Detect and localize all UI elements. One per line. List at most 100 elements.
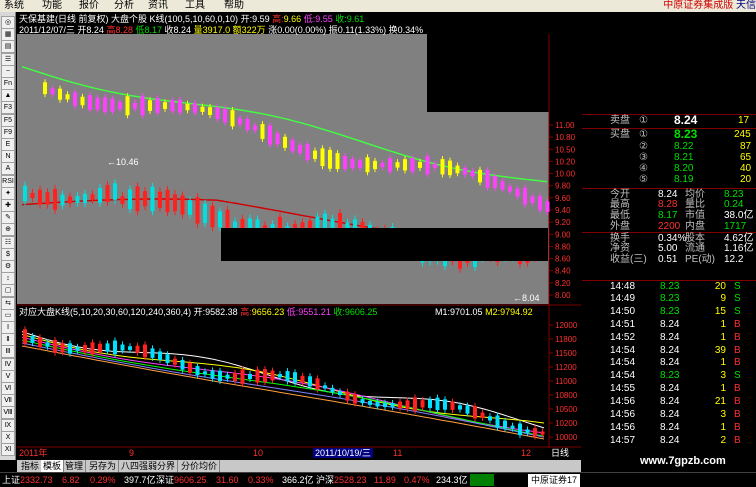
x-axis-label-sep: 9 <box>129 448 135 458</box>
lower-candle-body <box>360 399 365 404</box>
period-label[interactable]: 日线 <box>551 448 569 458</box>
toolbar-button-24[interactable]: ▭ <box>1 308 15 322</box>
toolbar-button-11[interactable]: N <box>1 150 15 164</box>
toolbar-button-31[interactable]: Ⅶ <box>1 394 15 408</box>
buy-price: 8.23 <box>674 127 698 141</box>
lower-candle-body <box>420 400 425 408</box>
lower-candle-body <box>98 343 102 353</box>
menu-item-function[interactable]: 功能 <box>42 0 62 12</box>
toolbar-button-16[interactable]: ✎ <box>1 211 15 225</box>
toolbar-button-4[interactable]: ~ <box>1 64 15 78</box>
sell-index: ① <box>639 115 648 126</box>
toolbar-button-10[interactable]: E <box>1 138 15 151</box>
buy-label: 买盘 <box>610 129 630 140</box>
toolbar-button-18[interactable]: ☷ <box>1 235 15 249</box>
lower-candle-body <box>450 401 455 410</box>
broker-server[interactable]: 中原证券17 <box>528 474 581 487</box>
lower-candle-body <box>225 374 230 379</box>
tab-indicator[interactable]: 指标 <box>19 460 43 472</box>
menu-item-news[interactable]: 资讯 <box>148 0 168 12</box>
lower-candle-body <box>45 342 50 347</box>
menu-item-analysis[interactable]: 分析 <box>114 0 134 12</box>
candle-body <box>358 160 362 168</box>
toolbar-button-27[interactable]: Ⅲ <box>1 345 15 359</box>
tick-direction: B <box>734 434 741 446</box>
toolbar-button-5[interactable]: Fn <box>1 77 15 90</box>
info-high: 高8.28 <box>106 25 133 35</box>
upper-close-label: 收: <box>335 14 347 24</box>
candle-body <box>80 96 85 106</box>
toolbar-button-30[interactable]: Ⅵ <box>1 382 15 395</box>
x-axis-label-oct: 10 <box>253 448 264 458</box>
menu-item-system[interactable]: 系统 <box>4 0 24 12</box>
hs-index-label[interactable]: 沪深 <box>316 473 334 487</box>
toolbar-button-0[interactable]: ◎ <box>1 16 15 29</box>
candle-body-b <box>120 196 125 204</box>
toolbar-button-12[interactable]: A <box>1 162 15 176</box>
sh-index-label[interactable]: 上证 <box>2 473 20 487</box>
tab-strength-boundary[interactable]: 八四强弱分界 <box>119 460 179 472</box>
candle-body <box>380 162 385 168</box>
toolbar-button-29[interactable]: Ⅴ <box>1 369 15 383</box>
buy-level-index: ④ <box>639 163 648 174</box>
candle-body-b <box>75 196 80 203</box>
tick-volume: 1 <box>720 421 726 433</box>
toolbar-button-22[interactable]: ▢ <box>1 284 15 298</box>
toolbar-button-34[interactable]: Ⅹ <box>1 430 15 444</box>
toolbar-button-32[interactable]: Ⅷ <box>1 406 15 420</box>
buy-volume: 245 <box>734 129 751 140</box>
tick-row: 14:52 8.24 1 B <box>582 332 756 343</box>
tick-row: 14:51 8.24 1 B <box>582 319 756 330</box>
toolbar-button-9[interactable]: F9 <box>1 125 15 139</box>
toolbar-button-15[interactable]: ✚ <box>1 199 15 212</box>
site-watermark: www.7gpzb.com <box>640 455 726 467</box>
toolbar-button-19[interactable]: $ <box>1 247 15 261</box>
m2-label: M2: <box>485 307 501 317</box>
upper-chart-info: 2011/12/07/三 开8.24 高8.28 低8.17 收8.24 量39… <box>19 25 423 35</box>
stat-row: 外盘 2200 内盘 1717 <box>582 221 756 232</box>
toolbar-button-3[interactable]: ☰ <box>1 52 15 66</box>
buy-level-price: 8.21 <box>674 152 694 163</box>
tab-price-average[interactable]: 分价均价 <box>179 460 221 472</box>
toolbar-button-6[interactable]: ▲ <box>1 89 15 103</box>
toolbar-button-13[interactable]: RSI <box>1 174 15 188</box>
toolbar-button-1[interactable]: ▦ <box>1 28 15 42</box>
menu-item-help[interactable]: 帮助 <box>224 0 244 12</box>
menu-item-quote[interactable]: 报价 <box>79 0 99 12</box>
menu-item-tools[interactable]: 工具 <box>185 0 205 12</box>
upper-high-label: 高: <box>272 14 284 24</box>
buy-level-volume: 87 <box>740 141 752 152</box>
toolbar-button-21[interactable]: ↕ <box>1 272 15 286</box>
candle-body-b <box>165 189 170 213</box>
y-tick-label: 9.00 <box>555 230 571 239</box>
tick-row: 14:54 8.23 3 S <box>582 370 756 381</box>
toolbar-button-28[interactable]: Ⅳ <box>1 357 15 371</box>
toolbar-button-17[interactable]: ⊕ <box>1 223 15 237</box>
toolbar-button-35[interactable]: Ⅺ <box>1 443 15 456</box>
lower-candle-body <box>323 385 327 389</box>
toolbar-button-23[interactable]: ⇆ <box>1 296 15 310</box>
tick-price: 8.24 <box>660 383 680 395</box>
sh-index-amount: 397.7亿 <box>124 475 156 485</box>
toolbar-button-33[interactable]: Ⅸ <box>1 418 15 432</box>
kline-chart-svg[interactable]: 11.00 10.80 10.50 10.20 10.00 9.80 9.60 9.40 9.2… <box>17 12 581 460</box>
toolbar-button-14[interactable]: ✦ <box>1 186 15 200</box>
lower-ma-line <box>21 345 545 440</box>
toolbar-button-26[interactable]: Ⅱ <box>1 333 15 347</box>
toolbar-button-2[interactable]: ▤ <box>1 40 15 54</box>
upper-high-value: 9.66 <box>283 14 302 24</box>
lower-candle-body <box>278 374 282 378</box>
tab-save-as[interactable]: 另存为 <box>87 460 120 472</box>
toolbar-button-20[interactable]: ⚙ <box>1 260 15 273</box>
tab-manage[interactable]: 管理 <box>63 460 87 472</box>
tab-template[interactable]: 模板 <box>41 460 65 472</box>
toolbar-button-8[interactable]: F5 <box>1 113 15 127</box>
candle-body <box>343 156 347 169</box>
toolbar-button-25[interactable]: Ⅰ <box>1 321 15 334</box>
lower-candle-body <box>120 344 125 351</box>
y-tick-label: 10.50 <box>555 145 576 154</box>
toolbar-button-7[interactable]: F3 <box>1 101 15 115</box>
sz-index-label[interactable]: 深证 <box>156 473 174 487</box>
tick-row: 14:57 8.24 2 B <box>582 435 756 446</box>
candle-body <box>215 107 220 119</box>
